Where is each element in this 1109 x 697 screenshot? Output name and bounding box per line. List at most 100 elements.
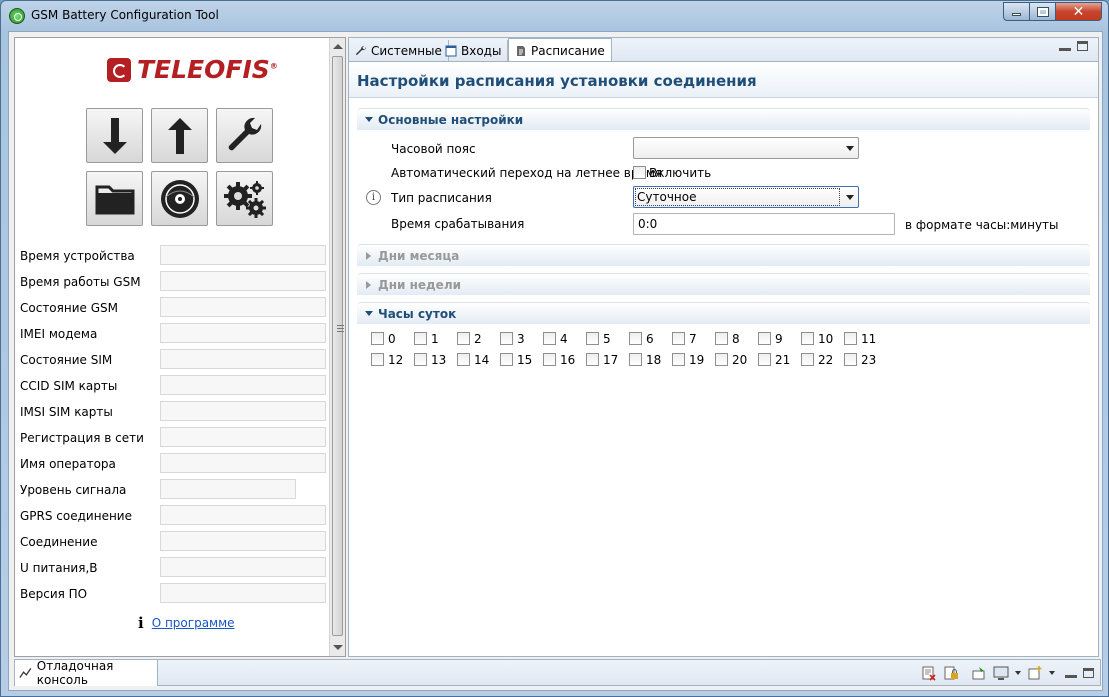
section-basic-settings[interactable]: Основные настройки [357, 108, 1090, 130]
hour-checkbox-item[interactable]: 22 [801, 352, 843, 368]
wrench-icon [228, 117, 261, 150]
view-minimize-icon[interactable] [1059, 41, 1071, 51]
hour-label: 10 [818, 332, 834, 346]
hour-checkbox-item[interactable]: 1 [414, 331, 456, 347]
hour-checkbox-item[interactable]: 21 [758, 352, 800, 368]
section-week-days[interactable]: Дни недели [357, 273, 1090, 295]
hour-checkbox-item[interactable]: 18 [629, 352, 671, 368]
display-console-button[interactable] [993, 665, 1009, 681]
minimize-button[interactable] [1003, 2, 1030, 21]
upload-button[interactable] [151, 108, 208, 163]
disc-button[interactable] [151, 171, 208, 226]
clear-console-button[interactable] [921, 665, 937, 681]
hour-checkbox-item[interactable]: 23 [844, 352, 886, 368]
schedule-type-select[interactable]: Суточное [633, 186, 859, 208]
hour-checkbox-item[interactable]: 9 [758, 331, 800, 347]
hour-checkbox-item[interactable]: 0 [371, 331, 413, 347]
hour-checkbox-item[interactable]: 5 [586, 331, 628, 347]
hour-checkbox[interactable] [801, 332, 814, 345]
tab-schedule[interactable]: Расписание [508, 38, 612, 62]
info-value-field [160, 401, 326, 421]
logo-wordmark: TELEOFIS [137, 55, 270, 84]
section-month-days[interactable]: Дни месяца [357, 244, 1090, 266]
info-label: Регистрация в сети [20, 431, 144, 445]
hour-checkbox-item[interactable]: 4 [543, 331, 585, 347]
hour-checkbox[interactable] [414, 332, 427, 345]
dst-checkbox[interactable] [633, 166, 646, 179]
hour-checkbox[interactable] [844, 353, 857, 366]
chevron-down-icon[interactable] [1049, 671, 1055, 675]
info-row: U питания,В [20, 555, 326, 581]
hour-checkbox[interactable] [629, 353, 642, 366]
hour-checkbox-item[interactable]: 2 [457, 331, 499, 347]
trigger-time-input[interactable]: 0:0 [633, 213, 895, 235]
hour-checkbox[interactable] [457, 332, 470, 345]
maximize-button[interactable] [1030, 2, 1056, 21]
window-controls: ✕ [1003, 2, 1102, 21]
hour-checkbox[interactable] [758, 332, 771, 345]
hour-checkbox[interactable] [457, 353, 470, 366]
hour-checkbox[interactable] [371, 353, 384, 366]
gears-icon [223, 180, 266, 218]
view-minimize-icon[interactable] [1065, 668, 1077, 678]
hour-label: 20 [732, 353, 748, 367]
hour-checkbox[interactable] [500, 353, 513, 366]
chevron-down-icon[interactable] [1015, 671, 1021, 675]
about-link[interactable]: О программе [152, 616, 235, 630]
tab-system[interactable]: Системные [349, 40, 449, 62]
hour-checkbox-item[interactable]: 16 [543, 352, 585, 368]
pin-console-button[interactable] [971, 665, 987, 681]
hour-checkbox-item[interactable]: 13 [414, 352, 456, 368]
hour-label: 16 [560, 353, 576, 367]
section-day-hours[interactable]: Часы суток [357, 302, 1090, 324]
scroll-thumb[interactable] [332, 56, 344, 636]
hour-checkbox[interactable] [543, 332, 556, 345]
download-button[interactable] [86, 108, 143, 163]
hour-checkbox-item[interactable]: 12 [371, 352, 413, 368]
hour-checkbox-item[interactable]: 14 [457, 352, 499, 368]
hour-checkbox-item[interactable]: 15 [500, 352, 542, 368]
scroll-lock-button[interactable] [943, 665, 959, 681]
hour-checkbox[interactable] [672, 332, 685, 345]
settings-wrench-button[interactable] [216, 108, 273, 163]
close-button[interactable]: ✕ [1056, 2, 1102, 21]
open-folder-button[interactable] [86, 171, 143, 226]
hour-checkbox-item[interactable]: 19 [672, 352, 714, 368]
hour-label: 5 [603, 332, 611, 346]
open-console-button[interactable] [1027, 665, 1043, 681]
hour-checkbox[interactable] [801, 353, 814, 366]
grip-icon [337, 325, 344, 332]
timezone-select[interactable] [633, 137, 859, 159]
hour-checkbox-item[interactable]: 7 [672, 331, 714, 347]
hour-checkbox[interactable] [586, 353, 599, 366]
logo-registered-mark: ® [269, 61, 278, 71]
hour-checkbox[interactable] [586, 332, 599, 345]
hour-checkbox-item[interactable]: 11 [844, 331, 886, 347]
scroll-up-icon[interactable] [333, 44, 343, 49]
hour-checkbox[interactable] [715, 353, 728, 366]
left-scrollbar[interactable] [329, 38, 345, 656]
pin-icon [972, 667, 985, 680]
hour-checkbox[interactable] [629, 332, 642, 345]
hour-checkbox[interactable] [543, 353, 556, 366]
hour-checkbox[interactable] [672, 353, 685, 366]
hour-checkbox-item[interactable]: 10 [801, 331, 843, 347]
view-maximize-icon[interactable] [1077, 41, 1088, 51]
tab-debug-console[interactable]: Отладочная консоль [15, 659, 158, 687]
hour-checkbox[interactable] [500, 332, 513, 345]
hour-checkbox-item[interactable]: 8 [715, 331, 757, 347]
gears-button[interactable] [216, 171, 273, 226]
hour-checkbox-item[interactable]: 3 [500, 331, 542, 347]
hour-checkbox[interactable] [844, 332, 857, 345]
hour-checkbox[interactable] [715, 332, 728, 345]
hour-checkbox[interactable] [758, 353, 771, 366]
tab-inputs[interactable]: Входы [439, 40, 509, 62]
hour-checkbox[interactable] [371, 332, 384, 345]
hour-checkbox-item[interactable]: 17 [586, 352, 628, 368]
hour-checkbox[interactable] [414, 353, 427, 366]
view-maximize-icon[interactable] [1083, 668, 1094, 678]
hour-checkbox-item[interactable]: 6 [629, 331, 671, 347]
hour-checkbox-item[interactable]: 20 [715, 352, 757, 368]
schedule-form: Настройки расписания установки соединени… [348, 61, 1099, 657]
scroll-down-icon[interactable] [333, 645, 343, 650]
